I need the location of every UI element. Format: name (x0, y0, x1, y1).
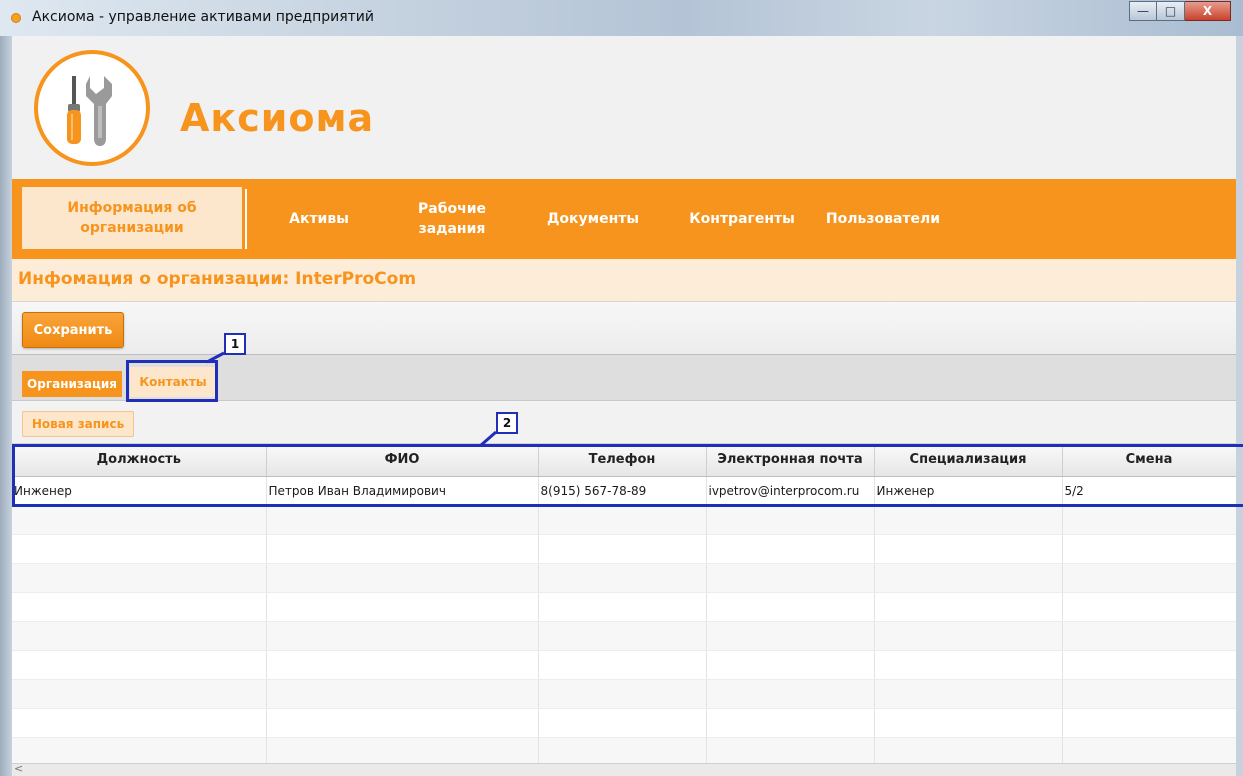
app-header: Аксиома (12, 36, 1236, 179)
scroll-left-arrow-icon[interactable]: < (14, 762, 23, 775)
tab-organization[interactable]: Организация (22, 371, 122, 397)
maximize-button[interactable]: □ (1157, 1, 1185, 21)
nav-item-contractors[interactable]: Контрагенты (682, 179, 802, 259)
nav-item-documents[interactable]: Документы (540, 179, 646, 259)
empty-row (12, 505, 1236, 535)
nav-label: Пользователи (825, 211, 941, 227)
empty-row (12, 592, 1236, 622)
nav-item-assets[interactable]: Активы (282, 179, 356, 259)
window-controls: — □ X (1129, 1, 1231, 21)
page-title-bar: Инфомация о организации: InterProCom (12, 259, 1236, 301)
empty-row (12, 737, 1236, 767)
app-window: Аксиома - управление активами предприяти… (0, 0, 1243, 776)
empty-row (12, 708, 1236, 738)
nav-item-users[interactable]: Пользователи (818, 179, 948, 259)
empty-row (12, 534, 1236, 564)
annotation-box-2 (12, 444, 1243, 507)
window-title: Аксиома - управление активами предприяти… (32, 9, 374, 25)
new-record-button[interactable]: Новая запись (22, 411, 134, 437)
empty-row (12, 563, 1236, 593)
empty-row (12, 679, 1236, 709)
nav-item-work-tasks[interactable]: Рабочие задания (412, 179, 492, 259)
window-border-right (1236, 36, 1243, 776)
save-button[interactable]: Сохранить (22, 312, 124, 348)
nav-item-organization-info[interactable]: Информация об организации (22, 187, 242, 249)
empty-row (12, 621, 1236, 651)
nav-label: Активы (289, 211, 349, 227)
record-toolbar: Новая запись (12, 402, 1236, 444)
app-icon (11, 13, 21, 23)
app-content: Аксиома Информация об организации Активы … (12, 36, 1236, 776)
tools-icon (34, 50, 150, 166)
page-title: Инфомация о организации: InterProCom (18, 269, 417, 289)
annotation-label-1: 1 (224, 333, 246, 355)
title-bar[interactable]: Аксиома - управление активами предприяти… (0, 0, 1243, 36)
empty-row (12, 650, 1236, 680)
main-navigation: Информация об организации Активы Рабочие з… (12, 179, 1236, 259)
nav-label: Контрагенты (689, 211, 795, 227)
nav-label: организации (80, 220, 184, 236)
nav-label: задания (418, 221, 486, 237)
window-border-left (0, 36, 12, 776)
nav-label: Рабочие (417, 201, 487, 217)
nav-label: Информация об (67, 200, 197, 216)
toolbar: Сохранить (12, 301, 1236, 355)
horizontal-scrollbar[interactable]: < (12, 762, 1236, 776)
minimize-button[interactable]: — (1129, 1, 1157, 21)
nav-divider (245, 189, 247, 249)
close-button[interactable]: X (1185, 1, 1231, 21)
nav-label: Документы (546, 211, 640, 227)
annotation-box-1 (126, 360, 218, 402)
brand-name: Аксиома (180, 96, 375, 140)
annotation-label-2: 2 (496, 412, 518, 434)
